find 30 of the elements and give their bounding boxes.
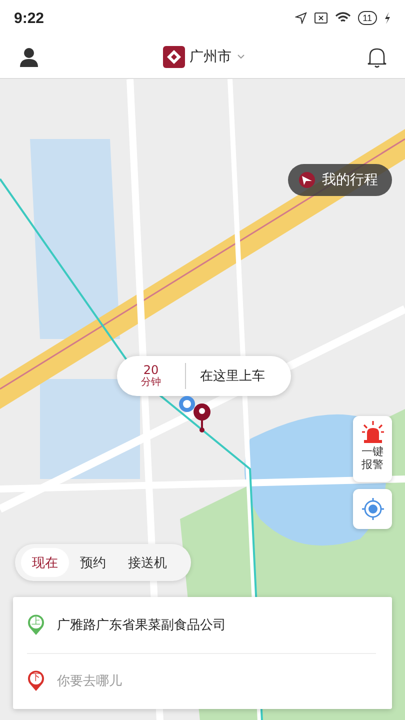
user-icon[interactable]	[18, 46, 40, 68]
ride-mode-tab[interactable]: 接送机	[117, 548, 178, 577]
emergency-alarm-button[interactable]: 一键报警	[353, 416, 392, 482]
eta-value: 20	[143, 363, 159, 377]
map-pin-icon	[193, 403, 211, 433]
bell-icon[interactable]	[367, 46, 387, 68]
locate-button[interactable]	[353, 489, 392, 529]
wifi-icon	[334, 12, 351, 24]
ride-mode-tab[interactable]: 预约	[69, 548, 117, 577]
app-logo-icon	[162, 46, 184, 68]
pickup-pin-icon: 上	[27, 614, 45, 636]
pickup-hint: 在这里上车	[199, 368, 265, 385]
charging-icon	[384, 12, 391, 24]
ride-mode-tab[interactable]: 现在	[21, 548, 69, 577]
eta-unit: 分钟	[141, 377, 161, 389]
location-arrow-icon	[294, 12, 307, 24]
pickup-bubble[interactable]: 20 分钟 在这里上车	[117, 356, 291, 396]
caret-icon[interactable]	[236, 54, 244, 60]
battery-level: 11	[358, 11, 377, 25]
paper-plane-icon	[298, 172, 316, 188]
my-trips-button[interactable]: 我的行程	[288, 164, 392, 196]
status-time: 9:22	[14, 10, 44, 26]
destination-field[interactable]: 你要去哪儿	[57, 674, 376, 689]
dropoff-pin-icon: 下	[27, 670, 45, 692]
pickup-address[interactable]: 广雅路广东省果菜副食品公司	[57, 616, 226, 634]
siren-icon	[360, 420, 384, 444]
crosshair-icon	[360, 497, 384, 521]
sim-icon	[314, 12, 328, 24]
city-selector[interactable]: 广州市	[190, 48, 232, 66]
current-location-icon	[178, 395, 196, 413]
